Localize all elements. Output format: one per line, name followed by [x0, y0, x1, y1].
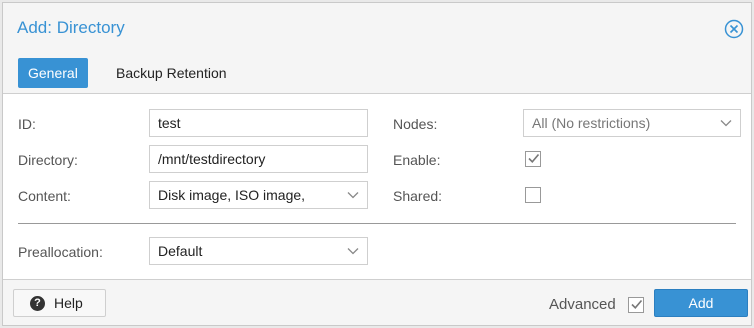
enable-checkbox[interactable] [525, 151, 541, 167]
content-label: Content: [18, 188, 71, 204]
directory-field[interactable]: /mnt/testdirectory [149, 145, 368, 173]
add-button-label: Add [688, 295, 714, 311]
dialog-title: Add: Directory [17, 18, 125, 37]
add-button[interactable]: Add [654, 289, 748, 317]
preallocation-label: Preallocation: [18, 244, 103, 260]
help-button-label: Help [54, 295, 83, 311]
directory-value: /mnt/testdirectory [158, 151, 266, 167]
shared-label: Shared: [393, 188, 443, 204]
content-value: Disk image, ISO image, [158, 187, 306, 203]
nodes-select[interactable]: All (No restrictions) [523, 109, 741, 137]
question-circle-icon: ? [30, 296, 45, 311]
chevron-down-icon[interactable] [720, 119, 732, 127]
general-panel: ID: test Directory: /mnt/testdirectory C… [3, 93, 751, 280]
chevron-down-icon[interactable] [347, 191, 359, 199]
content-select[interactable]: Disk image, ISO image, [149, 181, 368, 209]
checkmark-icon [528, 153, 540, 163]
tab-general[interactable]: General [18, 58, 88, 88]
id-value: test [158, 115, 181, 131]
dialog-footer: ? Help Advanced Add [3, 281, 751, 325]
directory-label: Directory: [18, 152, 78, 168]
add-directory-dialog: Add: Directory General Backup Retention … [2, 2, 752, 326]
id-label: ID: [18, 116, 36, 132]
nodes-label: Nodes: [393, 116, 438, 132]
advanced-checkbox[interactable] [628, 297, 644, 313]
checkmark-icon [631, 299, 643, 309]
shared-checkbox[interactable] [525, 187, 541, 203]
nodes-value: All (No restrictions) [532, 115, 651, 131]
dialog-titlebar[interactable]: Add: Directory [3, 3, 751, 53]
section-divider [18, 223, 736, 224]
chevron-down-icon[interactable] [347, 247, 359, 255]
enable-label: Enable: [393, 152, 441, 168]
help-button[interactable]: ? Help [13, 289, 106, 317]
preallocation-select[interactable]: Default [149, 237, 368, 265]
tab-bar: General Backup Retention [3, 53, 751, 93]
id-field[interactable]: test [149, 109, 368, 137]
close-icon[interactable] [724, 19, 744, 39]
advanced-label: Advanced [549, 296, 616, 313]
preallocation-value: Default [158, 243, 203, 259]
tab-backup-retention[interactable]: Backup Retention [106, 58, 237, 88]
